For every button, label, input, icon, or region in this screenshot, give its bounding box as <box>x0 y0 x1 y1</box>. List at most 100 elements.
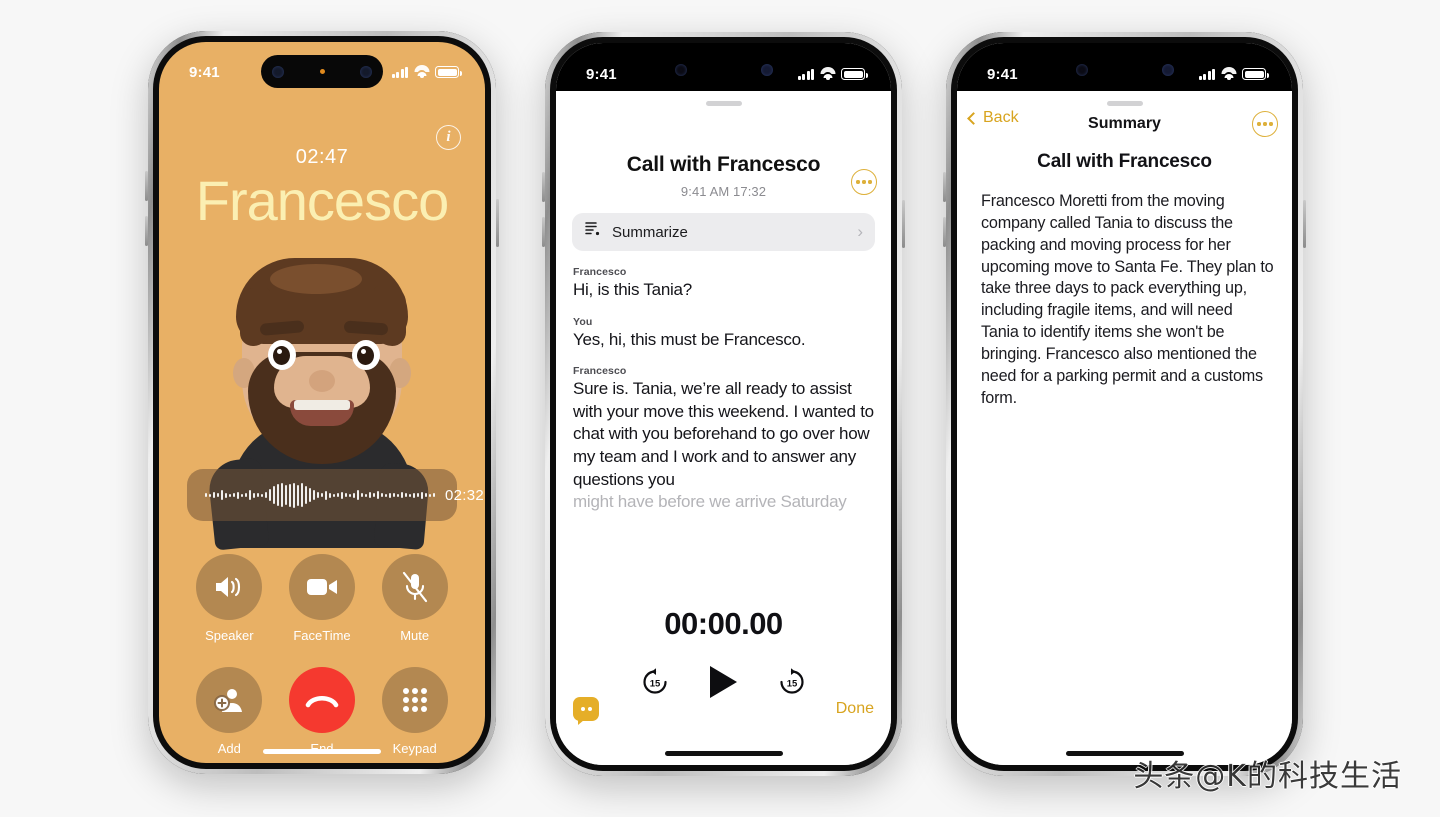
recording-time: 02:32 <box>445 486 485 504</box>
volume-up-button[interactable] <box>145 171 148 201</box>
transcript-fade-mask <box>556 571 891 611</box>
summarize-label: Summarize <box>612 223 688 241</box>
waveform-icon <box>205 482 435 508</box>
transcript-item: You Yes, hi, this must be Francesco. <box>573 316 878 352</box>
speaker-label: You <box>573 315 593 328</box>
face-id-sensor-icon <box>760 63 773 76</box>
volume-down-button[interactable] <box>145 216 148 246</box>
face-id-sensor-icon <box>360 65 372 78</box>
speaker-label: Speaker <box>205 628 254 643</box>
dynamic-island <box>664 54 783 85</box>
skip-forward-15-button[interactable]: 15 <box>777 667 807 697</box>
call-screen: 9:41 i 02:47 Francesco 02:32 Speaker Fac… <box>159 42 485 763</box>
status-bar-time: 9:41 <box>189 63 220 81</box>
svg-text:15: 15 <box>650 679 661 690</box>
transcript-text: Hi, is this Tania? <box>573 280 692 299</box>
more-horizontal-icon <box>851 169 877 195</box>
transcript-item: Francesco Sure is. Tania, we’re all read… <box>573 365 878 514</box>
add-label: Add <box>217 741 241 756</box>
facetime-label: FaceTime <box>293 628 351 643</box>
video-camera-icon <box>288 554 355 620</box>
dynamic-island <box>261 55 383 88</box>
transcript-list[interactable]: Francesco Hi, is this Tania? You Yes, hi… <box>573 266 878 528</box>
home-indicator[interactable] <box>664 751 783 756</box>
transcript-subtitle: 9:41 AM 17:32 <box>680 184 767 199</box>
summarize-button[interactable]: Summarize › <box>572 213 875 251</box>
volume-down-button[interactable] <box>542 217 545 247</box>
mute-button[interactable]: Mute <box>381 554 448 643</box>
summary-body: Francesco Moretti from the moving compan… <box>981 192 1274 407</box>
status-bar-indicators <box>797 66 868 80</box>
done-button[interactable]: Done <box>836 700 874 718</box>
cellular-bars-icon <box>1198 68 1215 80</box>
power-button[interactable] <box>1303 200 1306 248</box>
keypad-icon <box>381 667 448 733</box>
svg-text:15: 15 <box>787 679 798 690</box>
summary-title: Call with Francesco <box>1037 151 1212 172</box>
transcript-text: Yes, hi, this must be Francesco. <box>573 329 806 349</box>
phone-transcript: Call with Francesco 9:41 AM 17:32 Summar… <box>542 32 905 776</box>
front-camera-icon <box>272 65 284 78</box>
transcript-text: Sure is. Tania, we’re all ready to assis… <box>573 379 874 489</box>
cellular-bars-icon <box>797 68 814 80</box>
speaker-label: Francesco <box>573 266 627 278</box>
front-camera-icon <box>1075 63 1088 76</box>
status-bar-indicators <box>391 64 462 78</box>
player-timecode: 00:00.00 <box>664 606 783 641</box>
power-button[interactable] <box>496 199 499 247</box>
power-button[interactable] <box>902 200 905 248</box>
home-indicator[interactable] <box>263 749 381 754</box>
wifi-icon <box>1221 66 1236 80</box>
transcript-bottom-bar: Done <box>573 697 874 725</box>
summary-screen: Back Summary Call with Francesco Frances… <box>957 43 1292 765</box>
call-duration: 02:47 <box>295 146 349 168</box>
status-bar-time: 9:41 <box>586 65 617 83</box>
keypad-label: Keypad <box>392 741 437 756</box>
sheet-grabber[interactable] <box>705 101 742 106</box>
end-call-button[interactable]: End <box>288 667 355 756</box>
status-bar-time: 9:41 <box>987 65 1018 83</box>
microphone-muted-icon <box>381 554 448 620</box>
live-transcription-icon[interactable] <box>573 697 599 725</box>
battery-icon <box>841 68 868 80</box>
battery-icon <box>435 66 462 78</box>
more-horizontal-icon <box>1252 111 1278 137</box>
summary-sheet: Back Summary Call with Francesco Frances… <box>957 91 1292 765</box>
sheet-grabber[interactable] <box>1106 101 1143 106</box>
play-icon[interactable] <box>710 666 737 698</box>
battery-icon <box>1242 68 1269 80</box>
more-options-button[interactable] <box>1252 111 1278 137</box>
chevron-right-icon: › <box>857 222 863 241</box>
recording-pill: 02:32 <box>187 469 484 521</box>
nav-title: Summary <box>1088 115 1161 132</box>
speaker-icon <box>196 554 263 620</box>
dynamic-island <box>1065 54 1184 85</box>
transcript-sheet: Call with Francesco 9:41 AM 17:32 Summar… <box>556 91 891 765</box>
volume-up-button[interactable] <box>542 172 545 202</box>
transcript-text-fading: might have before we arrive Saturday <box>573 492 847 512</box>
skip-back-15-button[interactable]: 15 <box>640 667 670 697</box>
front-camera-icon <box>674 63 687 76</box>
volume-up-button[interactable] <box>943 172 946 202</box>
add-call-button[interactable]: Add <box>196 667 263 756</box>
facetime-button[interactable]: FaceTime <box>288 554 355 643</box>
more-options-button[interactable] <box>851 169 877 195</box>
phone-summary: Back Summary Call with Francesco Frances… <box>943 32 1306 776</box>
transcript-screen: Call with Francesco 9:41 AM 17:32 Summar… <box>556 43 891 765</box>
summarize-document-icon <box>584 221 601 243</box>
add-person-icon <box>196 667 263 733</box>
caller-name: Francesco <box>195 169 449 232</box>
player-controls: 15 15 <box>556 666 891 698</box>
wifi-icon <box>414 64 429 78</box>
recording-indicator-dot <box>319 69 325 74</box>
speaker-label: Francesco <box>573 365 627 378</box>
call-controls-grid: Speaker FaceTime Mute Add Keypad <box>183 554 461 756</box>
transcript-item: Francesco Hi, is this Tania? <box>573 266 878 302</box>
wifi-icon <box>820 66 835 80</box>
keypad-button[interactable]: Keypad <box>381 667 448 756</box>
volume-down-button[interactable] <box>943 217 946 247</box>
status-bar-indicators <box>1198 66 1269 80</box>
cellular-bars-icon <box>391 66 408 78</box>
speaker-button[interactable]: Speaker <box>196 554 263 643</box>
transcript-title: Call with Francesco <box>626 153 821 176</box>
